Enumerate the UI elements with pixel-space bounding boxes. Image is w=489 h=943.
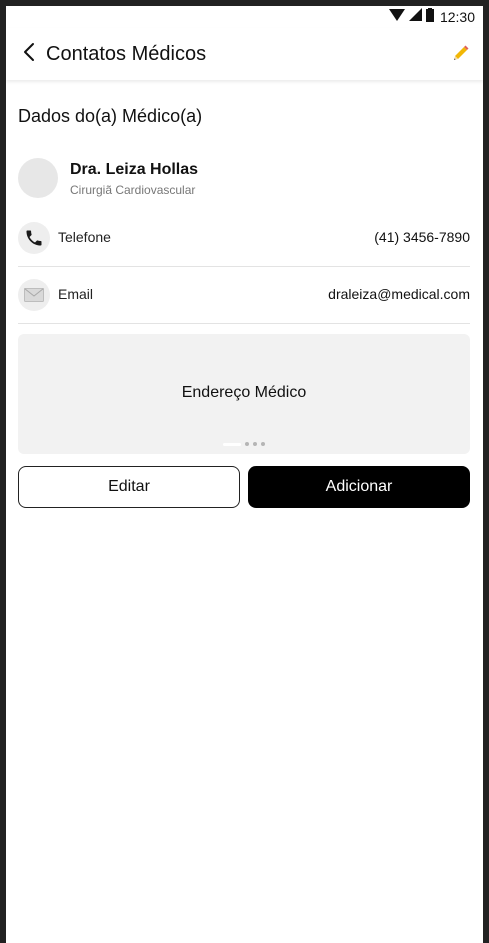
doctor-specialty: Cirurgiã Cardiovascular	[70, 183, 196, 197]
wifi-icon	[388, 8, 405, 26]
page-indicator-dot	[253, 442, 257, 446]
email-value: draleiza@medical.com	[328, 286, 470, 302]
page-title: Contatos Médicos	[46, 42, 207, 65]
page-indicator-active	[223, 442, 241, 446]
status-icons: 12:30	[388, 7, 475, 27]
add-button[interactable]: Adicionar	[248, 466, 470, 508]
doctor-info: Dra. Leiza Hollas Cirurgiã Cardiovascula…	[18, 157, 470, 199]
phone-screen: 12:30 Contatos Médicos Dados do(a) Médic…	[6, 6, 483, 943]
edit-button[interactable]: Editar	[18, 466, 240, 508]
app-bar: Contatos Médicos	[6, 28, 483, 80]
edit-contact-button[interactable]	[449, 42, 473, 66]
status-time: 12:30	[439, 9, 475, 25]
phone-value: (41) 3456-7890	[374, 229, 470, 245]
phone-icon	[18, 222, 50, 254]
page-indicator-dot	[261, 442, 265, 446]
address-card[interactable]: Endereço Médico	[18, 334, 470, 454]
email-row[interactable]: Email draleiza@medical.com	[18, 266, 470, 324]
phone-label: Telefone	[58, 229, 111, 245]
back-button[interactable]	[18, 42, 40, 66]
avatar	[18, 158, 58, 198]
page-indicator	[18, 442, 470, 446]
phone-row[interactable]: Telefone (41) 3456-7890	[18, 210, 470, 266]
battery-icon	[425, 7, 434, 27]
section-title: Dados do(a) Médico(a)	[18, 106, 203, 126]
status-bar: 12:30	[6, 6, 483, 28]
email-label: Email	[58, 286, 94, 302]
doctor-name: Dra. Leiza Hollas	[70, 161, 199, 178]
address-label: Endereço Médico	[181, 384, 307, 401]
mail-icon	[18, 279, 50, 311]
pencil-icon	[452, 43, 470, 66]
back-arrow-icon	[23, 42, 35, 67]
page-indicator-dot	[245, 442, 249, 446]
signal-icon	[408, 8, 422, 26]
